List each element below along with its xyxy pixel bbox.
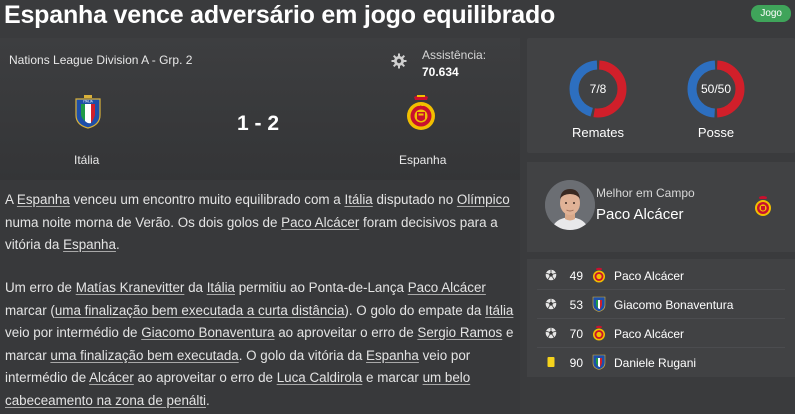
shots-label: Remates: [571, 125, 625, 140]
article-link[interactable]: Paco Alcácer: [281, 215, 359, 230]
article-text: permitiu ao Ponta-de-Lança: [235, 280, 408, 295]
event-player[interactable]: Paco Alcácer: [614, 269, 684, 283]
spain-crest-icon[interactable]: RFEF: [403, 94, 439, 132]
event-player[interactable]: Giacomo Bonaventura: [614, 298, 733, 312]
article-link[interactable]: Matías Kranevitter: [76, 280, 185, 295]
stadium-gear-icon: [391, 53, 407, 69]
motm-label: Melhor em Campo: [596, 186, 695, 200]
away-team-name[interactable]: Espanha: [399, 153, 446, 167]
match-report-screen: Espanha vence adversário em jogo equilib…: [0, 0, 795, 414]
event-minute: 70: [569, 327, 583, 341]
article-link[interactable]: Olímpico: [457, 192, 510, 207]
article-link[interactable]: Itália: [344, 192, 372, 207]
article-text: .: [115, 237, 120, 252]
player-avatar: [545, 180, 595, 230]
article-text: disputado no: [372, 192, 457, 207]
match-stats-panel: 7/8 Remates 50/50 Posse: [527, 38, 795, 153]
match-summary-panel: Nations League Division A - Grp. 2 Assis…: [0, 38, 520, 180]
event-row[interactable]: 90 Daniele Rugani: [527, 348, 795, 377]
competition-name[interactable]: Nations League Division A - Grp. 2: [9, 53, 192, 67]
article-paragraph-2: Um erro de Matías Kranevitter da Itália …: [5, 277, 515, 412]
spain-crest-icon: [593, 267, 605, 283]
article-text: numa noite morna de Verão. Os dois golos…: [5, 214, 282, 230]
article-link[interactable]: uma finalização bem executada a curta di…: [55, 303, 345, 318]
possession-label: Posse: [697, 125, 735, 140]
yellow-card-icon: [547, 357, 555, 367]
ball-icon: [545, 269, 557, 281]
crest-text: ITALIA: [83, 100, 94, 104]
event-minute: 49: [569, 269, 583, 283]
article-link[interactable]: Paco Alcácer: [408, 280, 486, 295]
motm-player-name[interactable]: Paco Alcácer: [596, 206, 684, 223]
article-link[interactable]: uma finalização bem executada: [50, 348, 238, 363]
ball-icon: [545, 327, 557, 339]
article-text: veio por intermédio de: [5, 325, 142, 340]
article-text: A: [5, 192, 17, 207]
event-row[interactable]: 49 Paco Alcácer: [527, 261, 795, 290]
svg-text:RFEF: RFEF: [416, 103, 426, 107]
page-title: Espanha vence adversário em jogo equilib…: [4, 1, 556, 29]
ball-icon: [545, 298, 557, 310]
attendance-value: 70.634: [422, 65, 459, 79]
article-link[interactable]: Itália: [485, 303, 513, 318]
article-link[interactable]: Luca Caldirola: [277, 370, 363, 385]
event-player[interactable]: Paco Alcácer: [614, 327, 684, 341]
event-row[interactable]: 70 Paco Alcácer: [527, 319, 795, 348]
article-text: ao aproveitar o erro de: [274, 325, 418, 340]
article-text: da: [184, 280, 207, 295]
match-events-panel: 49 Paco Alcácer 53 Giacomo Bonaventura 7…: [527, 259, 795, 377]
article-link[interactable]: Alcácer: [89, 370, 134, 385]
article-link[interactable]: Espanha: [63, 237, 116, 252]
italy-crest-icon[interactable]: ITALIA: [74, 95, 102, 129]
article-text: e marcar: [362, 370, 423, 385]
article-text: .: [206, 392, 210, 408]
article-paragraph-1: A Espanha venceu um encontro muito equil…: [5, 189, 515, 257]
event-row[interactable]: 53 Giacomo Bonaventura: [527, 290, 795, 319]
article-link[interactable]: Giacomo Bonaventura: [141, 325, 274, 340]
match-badge[interactable]: Jogo: [751, 5, 791, 22]
home-team-name[interactable]: Itália: [74, 153, 99, 167]
event-minute: 53: [569, 298, 583, 312]
possession-value: 50/50: [700, 82, 732, 96]
article-text: ao aproveitar o erro de: [133, 370, 277, 385]
score: 1 - 2: [237, 112, 280, 135]
attendance-label: Assistência:: [422, 48, 487, 62]
match-report-article: A Espanha venceu um encontro muito equil…: [0, 180, 520, 414]
spain-crest-icon: [593, 325, 605, 341]
article-text: venceu um encontro muito equilibrado com…: [69, 192, 345, 207]
italy-crest-icon: [592, 354, 606, 370]
italy-crest-icon: [592, 296, 606, 312]
article-text: marcar (: [5, 302, 55, 318]
article-link[interactable]: Espanha: [366, 348, 419, 363]
article-link[interactable]: Sergio Ramos: [417, 325, 502, 340]
event-player[interactable]: Daniele Rugani: [614, 356, 696, 370]
man-of-the-match-panel[interactable]: Melhor em Campo Paco Alcácer: [527, 162, 795, 252]
event-minute: 90: [569, 356, 583, 370]
article-link[interactable]: Itália: [207, 280, 235, 295]
article-link[interactable]: Espanha: [17, 192, 70, 207]
article-text: . O golo da vitória da: [238, 347, 367, 363]
article-text: Um erro de: [5, 280, 76, 295]
spain-crest-icon: [755, 196, 771, 216]
article-text: ). O golo do empate da: [344, 302, 486, 318]
shots-value: 7/8: [589, 82, 607, 96]
